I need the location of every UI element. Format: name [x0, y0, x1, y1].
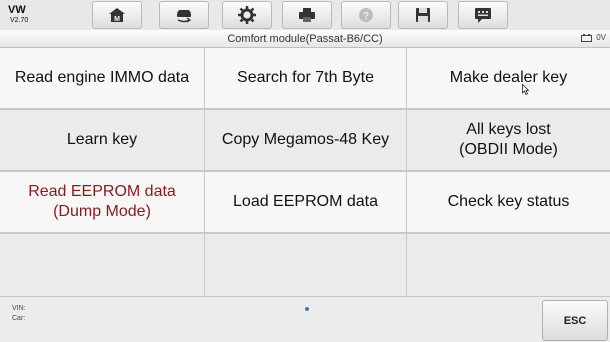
save-button[interactable] [398, 1, 448, 29]
help-icon: ? [359, 8, 373, 22]
message-icon [475, 8, 491, 23]
message-button[interactable] [458, 1, 508, 29]
check-key-status-button[interactable]: Check key status [407, 172, 610, 232]
diagnostic-app: VW V2.70 M ? Comfort module(Passat-B6/CC… [0, 0, 610, 342]
battery-icon [581, 33, 593, 42]
software-version: V2.70 [10, 17, 29, 24]
printer-icon [299, 8, 315, 22]
svg-text:M: M [114, 16, 120, 23]
learn-key-button[interactable]: Learn key [0, 110, 204, 170]
home-icon: M [109, 8, 125, 23]
gear-icon [238, 6, 256, 24]
top-toolbar: VW V2.70 M ? [0, 0, 610, 30]
floppy-disk-icon [416, 8, 430, 22]
load-eeprom-data-button[interactable]: Load EEPROM data [205, 172, 406, 232]
make-dealer-key-button[interactable]: Make dealer key [407, 48, 610, 108]
battery-voltage: 0V [596, 33, 606, 42]
help-button[interactable]: ? [341, 1, 391, 29]
page-indicator-dot [305, 307, 309, 311]
vehicle-make: VW [8, 4, 26, 16]
vin-label: VIN: [12, 305, 26, 312]
module-title-bar: Comfort module(Passat-B6/CC) 0V [0, 30, 610, 48]
battery-indicator: 0V [581, 33, 606, 42]
mouse-cursor-icon [522, 84, 529, 95]
svg-text:?: ? [363, 11, 369, 22]
home-button[interactable]: M [92, 1, 142, 29]
vehicle-indicator: VW V2.70 [4, 2, 54, 28]
search-7th-byte-button[interactable]: Search for 7th Byte [205, 48, 406, 108]
all-keys-lost-button[interactable]: All keys lost (OBDII Mode) [407, 110, 610, 170]
status-footer: VIN: Car: ESC [0, 296, 610, 342]
esc-button[interactable]: ESC [542, 300, 608, 341]
empty-cell-left [0, 234, 204, 296]
copy-megamos-48-key-button[interactable]: Copy Megamos-48 Key [205, 110, 406, 170]
print-button[interactable] [282, 1, 332, 29]
car-swap-icon [177, 10, 192, 23]
empty-cell-middle [205, 234, 406, 296]
car-label: Car: [12, 315, 26, 322]
empty-cell-right [407, 234, 610, 296]
vehicle-swap-button[interactable] [159, 1, 209, 29]
module-title: Comfort module(Passat-B6/CC) [227, 33, 383, 45]
read-eeprom-data-button[interactable]: Read EEPROM data (Dump Mode) [0, 172, 204, 232]
read-engine-immo-button[interactable]: Read engine IMMO data [0, 48, 204, 108]
function-grid: Read engine IMMO data Search for 7th Byt… [0, 48, 610, 296]
settings-button[interactable] [222, 1, 272, 29]
